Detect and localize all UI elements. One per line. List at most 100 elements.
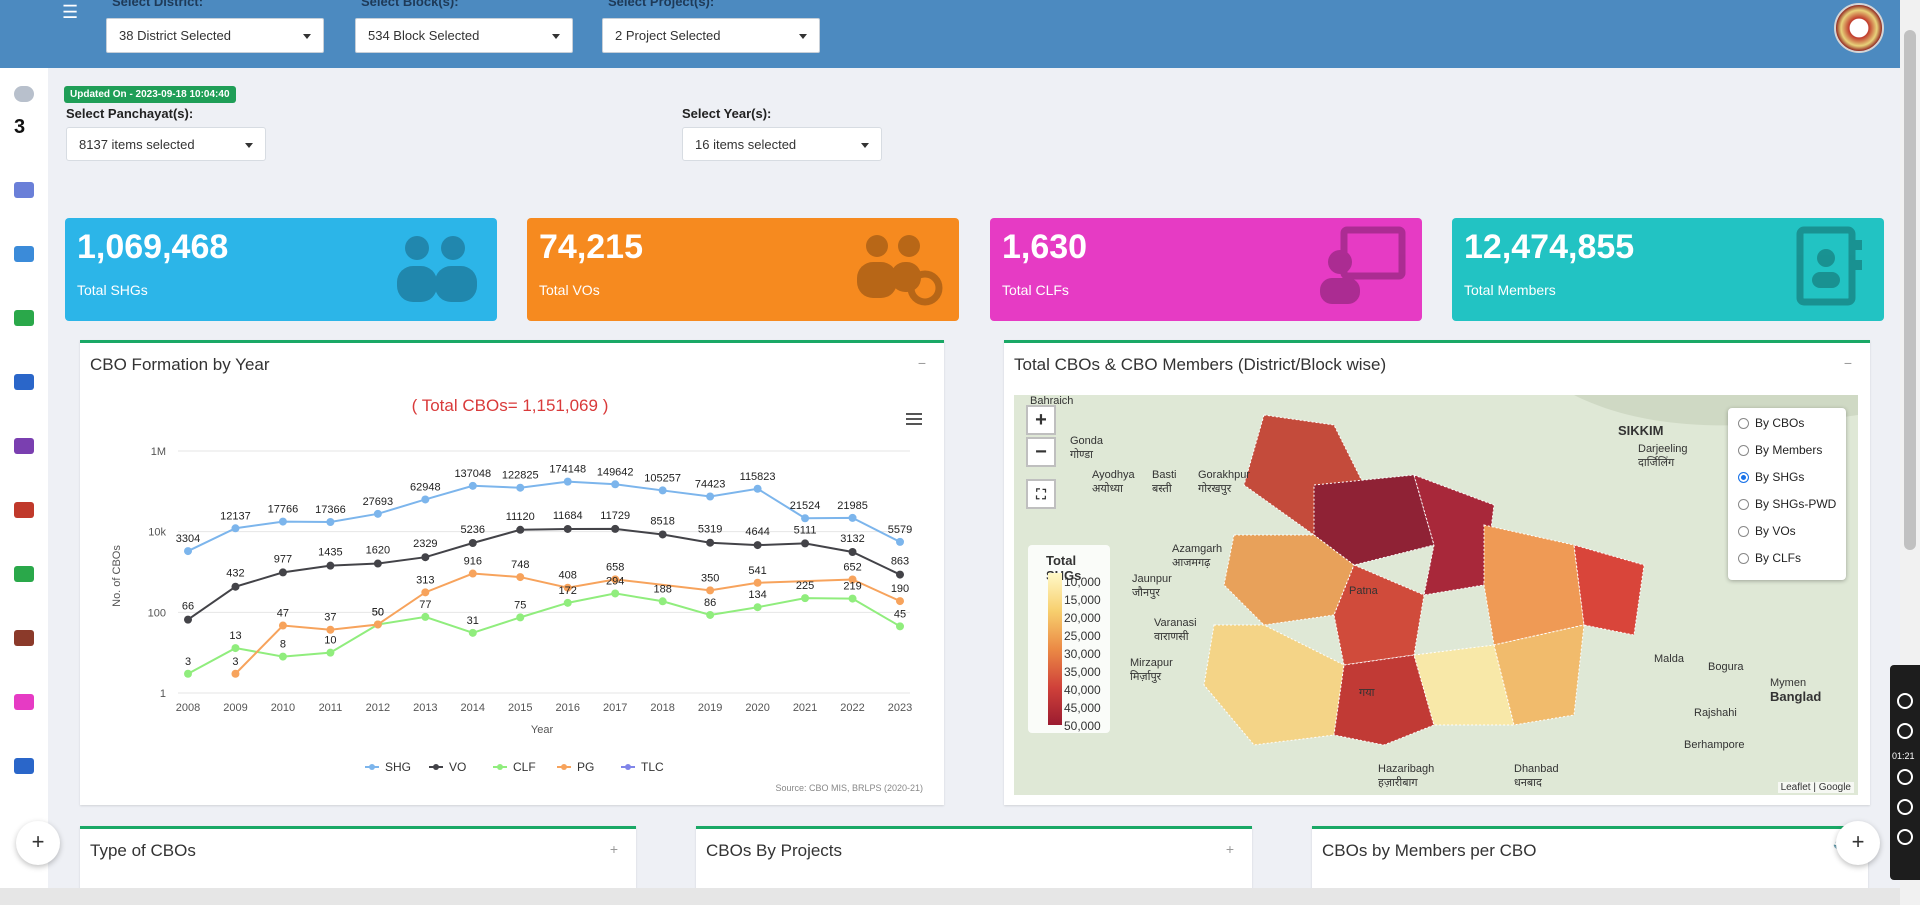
data-point-shg[interactable] xyxy=(184,547,192,556)
data-point-shg[interactable] xyxy=(468,481,477,490)
data-point-vo[interactable] xyxy=(278,568,287,577)
collapse-button[interactable]: − xyxy=(918,355,926,371)
legend-item-clf[interactable]: CLF xyxy=(493,760,536,774)
legend-item-shg[interactable]: SHG xyxy=(365,760,411,774)
data-point-pg[interactable] xyxy=(516,573,525,582)
data-point-pg[interactable] xyxy=(326,625,335,634)
map-option-radio[interactable]: By Members xyxy=(1738,443,1822,457)
data-point-clf[interactable] xyxy=(706,610,715,619)
data-point-pg[interactable] xyxy=(421,588,430,597)
data-point-pg[interactable] xyxy=(231,669,240,678)
data-point-vo[interactable] xyxy=(611,524,620,533)
data-point-pg[interactable] xyxy=(706,586,715,595)
panchayat-select[interactable]: 8137 items selected xyxy=(66,127,266,161)
data-point-vo[interactable] xyxy=(373,559,382,568)
data-point-vo[interactable] xyxy=(516,525,525,534)
map-option-radio[interactable]: By VOs xyxy=(1738,524,1796,538)
users-group-icon[interactable] xyxy=(14,86,34,102)
data-point-vo[interactable] xyxy=(706,538,715,547)
microphone-icon[interactable] xyxy=(1897,769,1913,785)
expand-button[interactable]: + xyxy=(1226,841,1234,857)
data-point-shg[interactable] xyxy=(801,514,810,523)
data-point-shg[interactable] xyxy=(421,495,430,504)
savings-icon[interactable] xyxy=(14,502,34,518)
project-select[interactable]: 2 Project Selected xyxy=(602,18,820,53)
data-point-pg[interactable] xyxy=(468,569,477,578)
data-point-vo[interactable] xyxy=(801,539,810,548)
add-fab-right[interactable]: + xyxy=(1836,821,1880,865)
zoom-out-button[interactable]: − xyxy=(1026,437,1056,467)
add-fab-left[interactable]: + xyxy=(16,821,60,865)
radio-dot[interactable] xyxy=(1738,444,1749,456)
data-point-vo[interactable] xyxy=(231,582,240,591)
data-point-clf[interactable] xyxy=(753,603,762,612)
data-point-clf[interactable] xyxy=(231,644,240,653)
map-option-radio[interactable]: By SHGs xyxy=(1738,470,1804,484)
data-point-shg[interactable] xyxy=(563,477,572,486)
block-select[interactable]: 534 Block Selected xyxy=(355,18,573,53)
record-icon[interactable] xyxy=(1897,723,1913,739)
camera-icon[interactable] xyxy=(1897,693,1913,709)
data-point-pg[interactable] xyxy=(753,578,762,587)
data-point-vo[interactable] xyxy=(326,561,335,570)
fullscreen-icon[interactable]: ⛶ xyxy=(1026,479,1056,509)
webcam-icon[interactable] xyxy=(1897,829,1913,845)
data-point-shg[interactable] xyxy=(753,484,762,493)
data-point-vo[interactable] xyxy=(848,548,857,557)
data-point-clf[interactable] xyxy=(468,628,477,637)
data-point-shg[interactable] xyxy=(516,483,525,492)
map-option-radio[interactable]: By CLFs xyxy=(1738,551,1801,565)
people-icon[interactable] xyxy=(14,310,34,326)
data-point-clf[interactable] xyxy=(801,594,810,603)
hand-icon[interactable] xyxy=(14,758,34,774)
data-point-clf[interactable] xyxy=(184,669,192,678)
data-point-shg[interactable] xyxy=(896,537,904,546)
data-point-clf[interactable] xyxy=(658,597,667,606)
map-attribution[interactable]: Leaflet | Google xyxy=(1777,782,1854,793)
speaker-icon[interactable] xyxy=(1897,799,1913,815)
data-point-shg[interactable] xyxy=(326,517,335,526)
district-select[interactable]: 38 District Selected xyxy=(106,18,324,53)
transfer-icon[interactable] xyxy=(14,246,34,262)
data-point-clf[interactable] xyxy=(278,652,287,661)
clipboard-icon[interactable] xyxy=(14,438,34,454)
report-green-icon[interactable] xyxy=(14,566,34,582)
data-point-vo[interactable] xyxy=(753,541,762,550)
data-point-pg[interactable] xyxy=(896,597,904,606)
data-point-vo[interactable] xyxy=(563,524,572,533)
data-point-clf[interactable] xyxy=(896,622,904,631)
data-point-shg[interactable] xyxy=(848,513,857,522)
legend-item-pg[interactable]: PG xyxy=(557,760,594,774)
hamburger-menu-icon[interactable]: ☰ xyxy=(62,2,78,23)
data-point-clf[interactable] xyxy=(516,613,525,622)
data-point-pg[interactable] xyxy=(278,621,287,630)
data-point-clf[interactable] xyxy=(848,594,857,603)
list-icon[interactable] xyxy=(14,182,34,198)
map-option-radio[interactable]: By SHGs-PWD xyxy=(1738,497,1836,511)
data-point-vo[interactable] xyxy=(896,570,904,579)
data-point-shg[interactable] xyxy=(706,492,715,501)
scrollbar-thumb[interactable] xyxy=(1904,30,1916,550)
data-point-vo[interactable] xyxy=(421,553,430,562)
collapse-button[interactable]: − xyxy=(1844,355,1852,371)
data-point-shg[interactable] xyxy=(611,480,620,489)
stat-card-vos[interactable]: 74,215 Total VOs xyxy=(527,218,959,321)
stat-card-members[interactable]: 12,474,855 Total Members xyxy=(1452,218,1884,321)
data-point-pg[interactable] xyxy=(373,620,382,629)
data-point-shg[interactable] xyxy=(658,486,667,495)
year-select[interactable]: 16 items selected xyxy=(682,127,882,161)
legend-item-tlc[interactable]: TLC xyxy=(621,760,664,774)
radio-dot[interactable] xyxy=(1738,417,1749,429)
chart-menu-icon[interactable] xyxy=(906,413,922,425)
legend-item-vo[interactable]: VO xyxy=(429,760,466,774)
data-point-clf[interactable] xyxy=(326,648,335,657)
stat-card-shgs[interactable]: 1,069,468 Total SHGs xyxy=(65,218,497,321)
map-option-radio[interactable]: By CBOs xyxy=(1738,416,1804,430)
data-point-vo[interactable] xyxy=(184,615,192,624)
radio-dot[interactable] xyxy=(1738,498,1749,510)
data-point-vo[interactable] xyxy=(468,539,477,548)
data-point-shg[interactable] xyxy=(278,517,287,526)
data-point-clf[interactable] xyxy=(611,589,620,598)
radio-dot[interactable] xyxy=(1738,471,1749,483)
stat-card-clfs[interactable]: 1,630 Total CLFs xyxy=(990,218,1422,321)
